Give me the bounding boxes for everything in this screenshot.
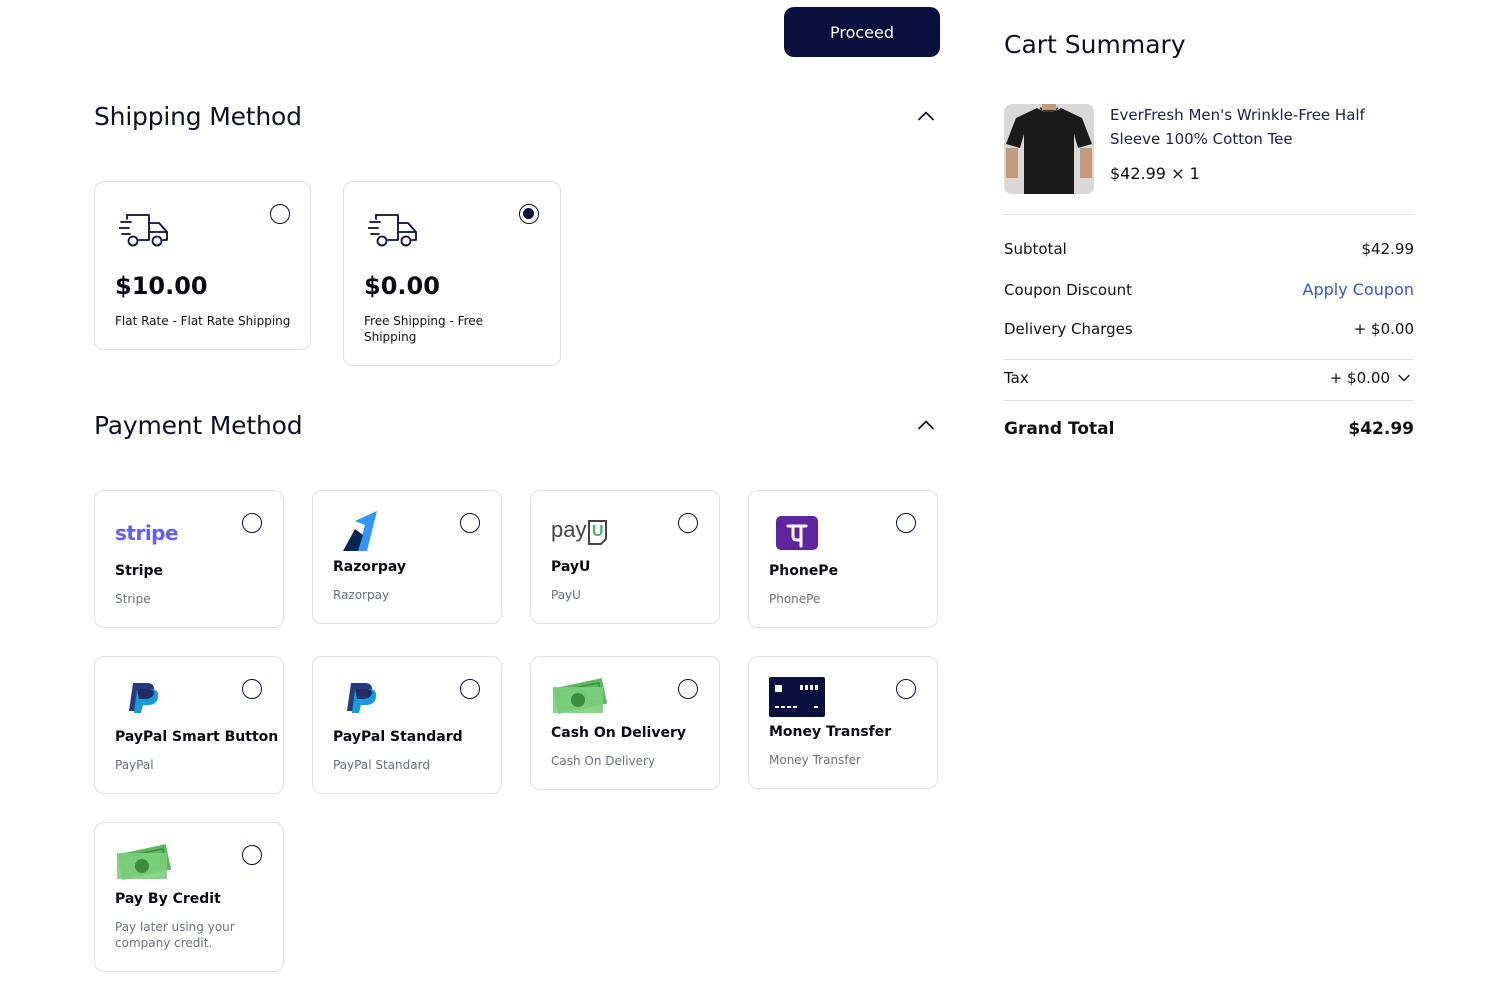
apply-coupon-link[interactable]: Apply Coupon (1303, 280, 1414, 299)
payment-section-header[interactable]: Payment Method (94, 405, 940, 445)
subtotal-row: Subtotal $42.99 (1004, 240, 1414, 258)
payment-option-pay-by-credit[interactable]: Pay By Credit Pay later using your compa… (94, 822, 284, 972)
proceed-button[interactable]: Proceed (784, 7, 940, 57)
payment-option-stripe[interactable]: stripe Stripe Stripe (94, 490, 284, 628)
payment-desc: Cash On Delivery (551, 754, 656, 768)
payment-name: Stripe (115, 563, 163, 579)
payment-desc: PhonePe (769, 592, 821, 606)
product-name[interactable]: EverFresh Men's Wrinkle-Free Half Sleeve… (1110, 103, 1410, 151)
grand-total-row: Grand Total $42.99 (1004, 419, 1414, 439)
payment-desc: Razorpay (333, 588, 390, 602)
cart-summary-title: Cart Summary (1004, 30, 1186, 59)
payment-desc: Pay later using your company credit. (115, 920, 235, 950)
divider (1004, 400, 1414, 401)
divider (1004, 214, 1414, 215)
shipping-section-header[interactable]: Shipping Method (94, 96, 940, 136)
shipping-radio-free[interactable] (519, 204, 539, 224)
tax-value: + $0.00 (1329, 369, 1390, 387)
payment-title: Payment Method (94, 410, 303, 440)
truck-icon (367, 212, 420, 254)
payment-name: Razorpay (333, 559, 407, 575)
payment-option-money-transfer[interactable]: Money Transfer Money Transfer (748, 656, 938, 789)
payment-name: Money Transfer (769, 724, 892, 740)
shipping-option-free[interactable]: $0.00 Free Shipping - Free Shipping (343, 181, 561, 366)
chevron-down-icon[interactable] (1398, 374, 1410, 382)
product-thumbnail[interactable] (1004, 104, 1094, 194)
divider (1004, 359, 1414, 360)
svg-text:pay: pay (551, 517, 586, 542)
payment-radio[interactable] (678, 679, 698, 699)
payment-desc: PayPal (115, 758, 154, 772)
paypal-logo-icon (343, 681, 379, 719)
shipping-title: Shipping Method (94, 101, 302, 131)
payment-option-paypal-smart[interactable]: PayPal Smart Button PayPal (94, 656, 284, 794)
payment-radio[interactable] (242, 845, 262, 865)
tax-label: Tax (1004, 369, 1029, 387)
payment-option-phonepe[interactable]: PhonePe PhonePe (748, 490, 938, 628)
payment-radio[interactable] (242, 679, 262, 699)
subtotal-label: Subtotal (1004, 240, 1067, 258)
payment-name: Cash On Delivery (551, 725, 687, 741)
payment-radio[interactable] (896, 513, 916, 533)
paypal-logo-icon (125, 681, 161, 719)
chevron-up-icon[interactable] (914, 104, 938, 128)
shipping-price: $0.00 (364, 272, 440, 300)
subtotal-value: $42.99 (1361, 240, 1415, 258)
razorpay-logo-icon (341, 511, 381, 557)
payment-radio[interactable] (678, 513, 698, 533)
payment-name: PayPal Smart Button (115, 729, 279, 745)
payment-name: Pay By Credit (115, 891, 221, 907)
payment-desc: Money Transfer (769, 753, 861, 767)
payment-radio[interactable] (460, 513, 480, 533)
payment-option-cod[interactable]: $ Cash On Delivery Cash On Delivery (530, 656, 720, 790)
truck-icon (118, 212, 171, 254)
delivery-label: Delivery Charges (1004, 320, 1133, 338)
payment-option-razorpay[interactable]: Razorpay Razorpay (312, 490, 502, 624)
payu-logo-icon: pay U (551, 515, 611, 553)
payment-radio[interactable] (242, 513, 262, 533)
payment-desc: Stripe (115, 592, 151, 606)
payment-name: PayU (551, 559, 591, 575)
grand-total-label: Grand Total (1004, 419, 1115, 439)
payment-name: PhonePe (769, 563, 839, 579)
delivery-row: Delivery Charges + $0.00 (1004, 320, 1414, 338)
tax-row[interactable]: Tax + $0.00 (1004, 369, 1414, 387)
shipping-option-flat-rate[interactable]: $10.00 Flat Rate - Flat Rate Shipping (94, 181, 311, 350)
payment-option-paypal-standard[interactable]: PayPal Standard PayPal Standard (312, 656, 502, 794)
shipping-label: Free Shipping - Free Shipping (364, 314, 484, 344)
svg-text:U: U (592, 523, 604, 540)
payment-radio[interactable] (896, 679, 916, 699)
cash-icon (115, 841, 173, 887)
grand-total-value: $42.99 (1348, 419, 1414, 439)
payment-name: PayPal Standard (333, 729, 463, 745)
coupon-row: Coupon Discount Apply Coupon (1004, 280, 1414, 299)
shipping-price: $10.00 (115, 272, 208, 300)
delivery-value: + $0.00 (1353, 320, 1414, 338)
chevron-up-icon[interactable] (914, 413, 938, 437)
payment-desc: PayU (551, 588, 581, 602)
cash-icon: $ (551, 675, 609, 721)
stripe-logo-icon: stripe (115, 521, 179, 545)
card-icon (769, 677, 825, 721)
payment-desc: PayPal Standard (333, 758, 430, 772)
shipping-radio-flat-rate[interactable] (270, 204, 290, 224)
payment-radio[interactable] (460, 679, 480, 699)
shipping-label: Flat Rate - Flat Rate Shipping (115, 314, 291, 328)
phonepe-logo-icon (776, 516, 818, 554)
coupon-label: Coupon Discount (1004, 280, 1132, 299)
payment-option-payu[interactable]: pay U PayU PayU (530, 490, 720, 624)
product-price-qty: $42.99 × 1 (1110, 164, 1200, 183)
